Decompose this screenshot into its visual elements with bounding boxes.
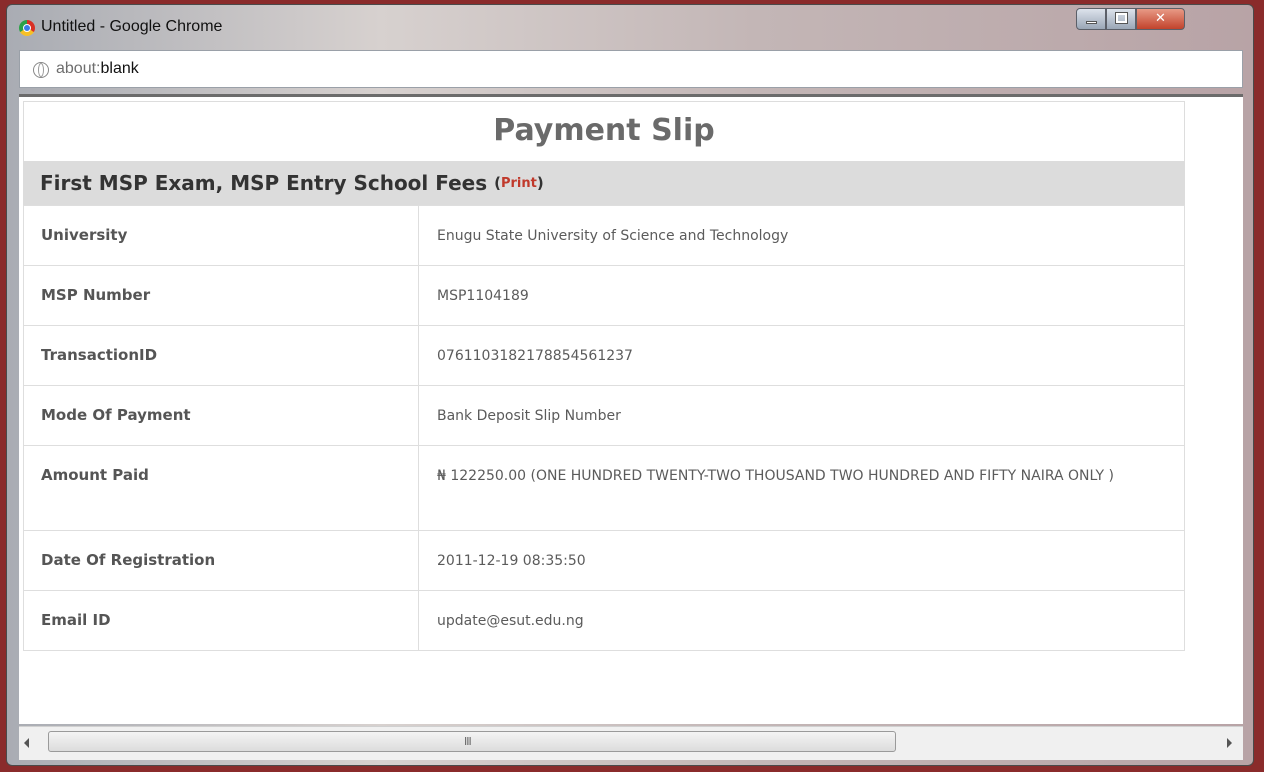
row-value: 2011-12-19 08:35:50 <box>418 530 1185 591</box>
row-label: MSP Number <box>23 265 419 326</box>
row-value: 0761103182178854561237 <box>418 325 1185 386</box>
table-row: Date Of Registration 2011-12-19 08:35:50 <box>23 530 1185 591</box>
section-title: First MSP Exam, MSP Entry School Fees <box>40 171 488 195</box>
row-value: Enugu State University of Science and Te… <box>418 205 1185 266</box>
payment-slip: Payment Slip First MSP Exam, MSP Entry S… <box>23 101 1185 651</box>
scrollbar-thumb[interactable]: III <box>48 731 896 752</box>
scroll-left-icon[interactable] <box>24 738 29 748</box>
grip-icon: III <box>464 735 472 748</box>
table-row: University Enugu State University of Sci… <box>23 205 1185 266</box>
minimize-button[interactable] <box>1076 8 1106 30</box>
title-bar[interactable]: Untitled - Google Chrome ✕ <box>7 5 1253 49</box>
close-button[interactable]: ✕ <box>1136 8 1185 30</box>
row-value: Bank Deposit Slip Number <box>418 385 1185 446</box>
table-row: Email ID update@esut.edu.ng <box>23 590 1185 651</box>
chrome-logo-icon <box>19 20 35 36</box>
url-text[interactable]: about:blank <box>56 60 139 78</box>
globe-icon <box>33 62 49 78</box>
row-value: ₦ 122250.00 (ONE HUNDRED TWENTY-TWO THOU… <box>418 445 1185 531</box>
maximize-button[interactable] <box>1106 8 1136 30</box>
payment-details-table: University Enugu State University of Sci… <box>23 205 1185 651</box>
print-link[interactable]: Print <box>501 176 537 191</box>
table-row: Amount Paid ₦ 122250.00 (ONE HUNDRED TWE… <box>23 445 1185 531</box>
section-header: First MSP Exam, MSP Entry School Fees (P… <box>23 161 1185 205</box>
row-label: University <box>23 205 419 266</box>
row-label: TransactionID <box>23 325 419 386</box>
table-row: Mode Of Payment Bank Deposit Slip Number <box>23 385 1185 446</box>
row-label: Date Of Registration <box>23 530 419 591</box>
window-title: Untitled - Google Chrome <box>41 18 223 35</box>
url-scheme: about: <box>56 60 101 77</box>
table-row: MSP Number MSP1104189 <box>23 265 1185 326</box>
horizontal-scrollbar[interactable]: III <box>19 726 1243 760</box>
table-row: TransactionID 0761103182178854561237 <box>23 325 1185 386</box>
address-bar[interactable]: about:blank <box>19 50 1243 88</box>
row-label: Mode Of Payment <box>23 385 419 446</box>
page-content: Payment Slip First MSP Exam, MSP Entry S… <box>19 94 1243 724</box>
row-value: update@esut.edu.ng <box>418 590 1185 651</box>
scroll-right-icon[interactable] <box>1227 738 1232 748</box>
row-label: Email ID <box>23 590 419 651</box>
url-host: blank <box>100 60 139 77</box>
page-title: Payment Slip <box>23 101 1185 161</box>
row-label: Amount Paid <box>23 445 419 531</box>
row-value: MSP1104189 <box>418 265 1185 326</box>
